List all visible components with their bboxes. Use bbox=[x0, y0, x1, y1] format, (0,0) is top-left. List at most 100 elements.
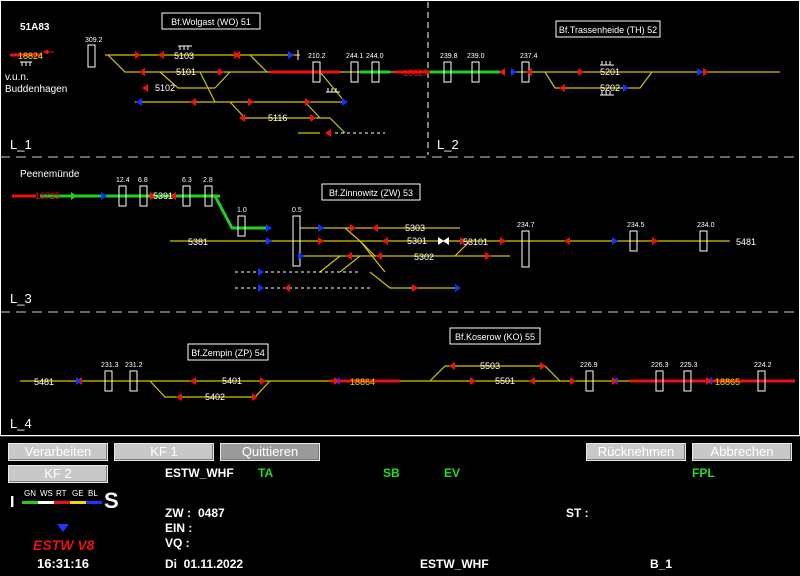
signal-number: 53101 bbox=[463, 237, 488, 247]
legend-i: I bbox=[10, 494, 15, 511]
signal-number: 5501 bbox=[495, 376, 515, 386]
signal-red bbox=[346, 252, 352, 260]
kf1-button[interactable]: KF 1 bbox=[114, 443, 214, 461]
signal-red bbox=[260, 377, 266, 385]
vq-label: VQ : bbox=[165, 536, 190, 550]
signal-blue bbox=[136, 98, 142, 106]
station-wolgast: Bf.Wolgast (WO) 51 bbox=[171, 17, 251, 27]
km-label: 239.8 bbox=[440, 53, 458, 60]
station-zinnowitz: Bf.Zinnowitz (ZW) 53 bbox=[329, 188, 413, 198]
signal-red bbox=[350, 224, 356, 232]
clock: 16:31:16 bbox=[37, 556, 90, 571]
km-label: 239.0 bbox=[467, 53, 485, 60]
signal-number: 5101 bbox=[176, 67, 196, 77]
signal-red bbox=[376, 252, 382, 260]
signal-red bbox=[372, 224, 378, 232]
signal-red bbox=[559, 84, 565, 92]
signal-number: 5503 bbox=[480, 361, 500, 371]
signal-red bbox=[190, 377, 196, 385]
km-label: 210.2 bbox=[308, 53, 326, 60]
place-peenemuende: Peenemünde bbox=[20, 169, 80, 180]
signal-red bbox=[382, 237, 388, 245]
section-label-l2: L_2 bbox=[437, 137, 459, 152]
area-id: 51A83 bbox=[20, 22, 50, 33]
km-label: 234.0 bbox=[697, 222, 715, 229]
km-posts-l1 bbox=[87, 44, 530, 83]
estw-whf-label: ESTW_WHF bbox=[165, 466, 234, 480]
train-number-18725: 18725 bbox=[35, 191, 60, 201]
signal-white bbox=[443, 237, 449, 245]
signal-red bbox=[485, 252, 491, 260]
signal-blue bbox=[697, 68, 703, 76]
zw-label: ZW : bbox=[165, 506, 191, 520]
signal-red bbox=[703, 68, 709, 76]
section-label-l3: L_3 bbox=[10, 291, 32, 306]
km-label: 231.2 bbox=[125, 362, 143, 369]
section-label-l4: L_4 bbox=[10, 416, 32, 431]
estw-logo: ESTW V8 bbox=[33, 537, 95, 553]
signal-number: 5381 bbox=[188, 237, 208, 247]
signal-red bbox=[500, 237, 506, 245]
signal-blue bbox=[612, 237, 618, 245]
signal-blue bbox=[455, 284, 461, 292]
legend-bl: BL bbox=[88, 489, 98, 498]
tracks-l1 bbox=[105, 54, 780, 134]
signal-blue bbox=[266, 237, 272, 245]
quittieren-button[interactable]: Quittieren bbox=[220, 443, 320, 461]
signal-blue bbox=[258, 284, 264, 292]
signal-number: 5303 bbox=[405, 223, 425, 233]
signal-red bbox=[135, 51, 141, 59]
station-koserow: Bf.Koserow (KO) 55 bbox=[455, 332, 535, 342]
signal-number: 5102 bbox=[155, 83, 175, 93]
signal-red bbox=[529, 377, 535, 385]
signal-blue bbox=[298, 252, 304, 260]
signal-red bbox=[310, 114, 316, 122]
km-label: 237.4 bbox=[520, 53, 538, 60]
signal-number: 5402 bbox=[205, 392, 225, 402]
ruecknehmen-button[interactable]: Rücknehmen bbox=[586, 443, 686, 461]
train-number-18865: 18865 bbox=[715, 377, 740, 387]
tracks-l3 bbox=[170, 227, 730, 289]
ev-indicator: EV bbox=[444, 466, 461, 480]
signal-blue bbox=[318, 224, 324, 232]
signal-red bbox=[190, 98, 196, 106]
km-label: 2.8 bbox=[203, 177, 213, 184]
track-diagram: 51A83 Bf.Wolgast (WO) 51 Bf.Trassenheide… bbox=[0, 0, 800, 436]
kf2-button[interactable]: KF 2 bbox=[8, 465, 108, 483]
legend-ge: GE bbox=[72, 489, 84, 498]
signal-number: 5302 bbox=[414, 252, 434, 262]
km-label: 1.0 bbox=[237, 207, 247, 214]
down-arrow-icon bbox=[57, 524, 69, 532]
signal-red bbox=[318, 237, 324, 245]
signal-red bbox=[499, 68, 505, 76]
km-label: 234.5 bbox=[627, 222, 645, 229]
signal-red bbox=[158, 51, 164, 59]
abbrechen-button[interactable]: Abbrechen bbox=[692, 443, 792, 461]
km-label: 226.3 bbox=[651, 362, 669, 369]
signal-number: 5103 bbox=[174, 51, 194, 61]
verarbeiten-button[interactable]: Verarbeiten bbox=[8, 443, 108, 461]
signal-blue bbox=[623, 84, 629, 92]
legend-color-bar bbox=[22, 501, 102, 504]
signal-blue bbox=[258, 268, 264, 276]
ein-label: EIN : bbox=[165, 521, 193, 535]
legend-s: S bbox=[104, 488, 119, 513]
legend-ws: WS bbox=[40, 489, 53, 498]
signal-red bbox=[248, 98, 254, 106]
signal-red bbox=[570, 377, 576, 385]
km-label: 6.8 bbox=[138, 177, 148, 184]
signal-blue bbox=[511, 68, 517, 76]
signal-red bbox=[412, 284, 418, 292]
km-label: 231.3 bbox=[101, 362, 119, 369]
km-label: 224.2 bbox=[754, 362, 772, 369]
km-label: 226.9 bbox=[580, 362, 598, 369]
km-label: 244.1 bbox=[346, 53, 364, 60]
signal-number: 5301 bbox=[407, 236, 427, 246]
signal-number: 5116 bbox=[268, 113, 287, 123]
signal-blue bbox=[288, 51, 294, 59]
estw-whf-bottom: ESTW_WHF bbox=[420, 557, 489, 571]
sb-indicator: SB bbox=[383, 466, 400, 480]
km-label: 6.3 bbox=[182, 177, 192, 184]
zw-value: 0487 bbox=[198, 506, 225, 520]
station-zempin: Bf.Zempin (ZP) 54 bbox=[191, 348, 265, 358]
